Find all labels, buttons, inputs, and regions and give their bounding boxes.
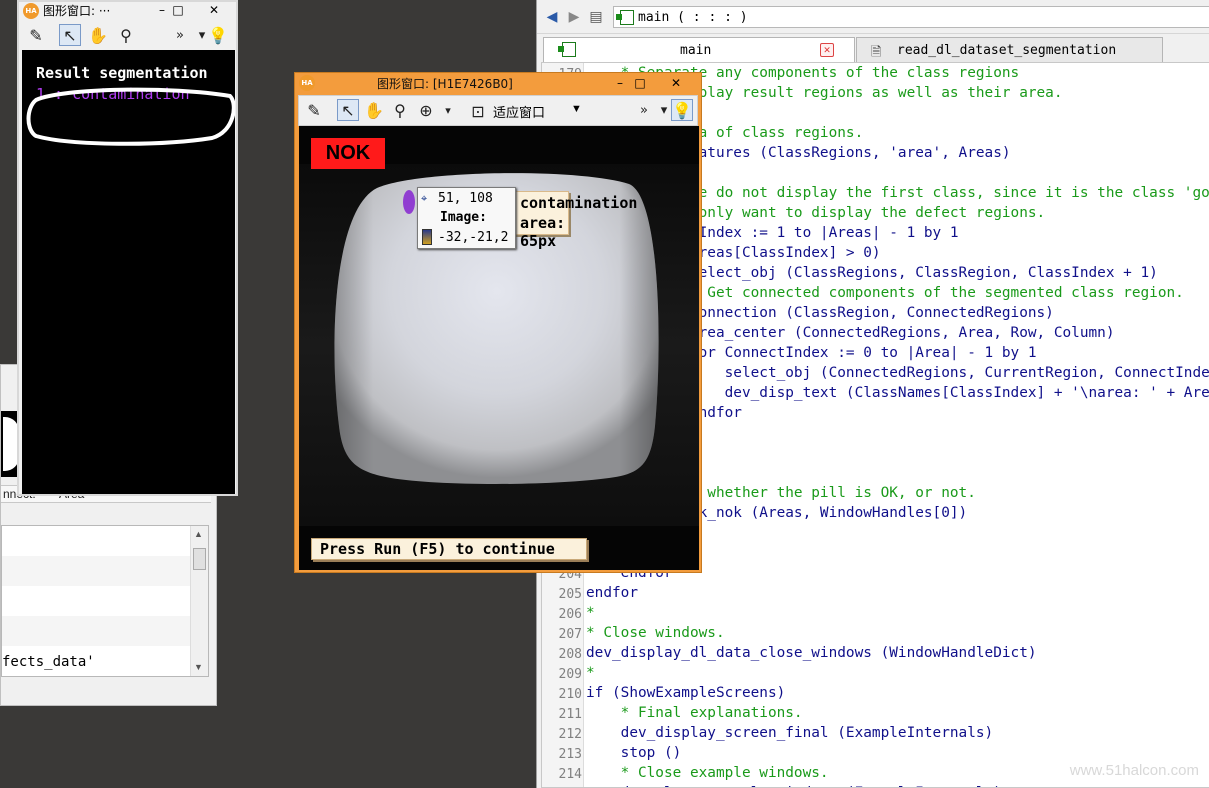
line-number: 214 <box>558 767 582 782</box>
hand-icon[interactable]: ✋ <box>363 99 385 121</box>
window-titlebar[interactable]: HA 图形窗口: ··· – □ ✕ <box>19 2 236 20</box>
procedure-icon <box>616 10 634 25</box>
fit-window-dropdown[interactable]: ⊡ 适应窗口 ▼ <box>467 99 587 123</box>
result-title: Result segmentation <box>36 64 208 82</box>
code-line[interactable]: endfor <box>586 585 638 601</box>
pointer-icon[interactable]: ↖ <box>337 99 359 121</box>
list-item-text: fects_data' <box>2 654 95 670</box>
maximize-button[interactable]: □ <box>169 2 187 18</box>
graphics-window: HA 图形窗口: [H1E7426B0] – □ ✕ ✎ ↖ ✋ ⚲ ⊕ ▾ ⊡… <box>294 72 702 573</box>
coordinate-icon: ⌖ <box>421 192 428 205</box>
watermark: www.51halcon.com <box>1069 762 1199 779</box>
scroll-thumb[interactable] <box>193 548 206 570</box>
procedure-combo-text: main ( : : : ) <box>638 10 748 25</box>
line-number: 208 <box>558 647 582 662</box>
lightbulb-icon[interactable]: 💡 <box>671 99 693 121</box>
continue-prompt-text: Press Run (F5) to continue <box>320 540 555 558</box>
color-swatch-icon <box>422 229 432 245</box>
procedure-icon <box>558 42 576 57</box>
list-item[interactable] <box>2 556 190 586</box>
window-toolbar: ✎ ↖ ✋ ⚲ » ▾ 💡 <box>19 21 236 49</box>
result-canvas[interactable]: Result segmentation 1 : contamination <box>22 50 235 494</box>
lightbulb-icon[interactable]: 💡 <box>207 24 229 46</box>
image-canvas[interactable]: NOK contamination area: 65px ⌖ 51, 108 I… <box>299 126 699 570</box>
tooltip-pixel-value: -32,-21,2 <box>438 230 509 245</box>
line-number: 211 <box>558 707 582 722</box>
code-line[interactable]: stop () <box>586 745 682 761</box>
magnify-icon[interactable]: ⚲ <box>115 24 137 46</box>
maximize-button[interactable]: □ <box>631 75 649 91</box>
pointer-icon[interactable]: ↖ <box>59 24 81 46</box>
line-number: 212 <box>558 727 582 742</box>
zoom-icon[interactable]: ⊕ <box>415 99 437 121</box>
halcon-logo-icon: HA <box>23 3 39 19</box>
list-item[interactable] <box>2 616 190 646</box>
code-comment-line[interactable]: * <box>586 665 595 681</box>
window-titlebar[interactable]: HA 图形窗口: [H1E7426B0] – □ ✕ <box>295 73 701 93</box>
code-comment-line[interactable]: * Close windows. <box>586 625 725 641</box>
scroll-up-icon[interactable]: ▲ <box>194 529 203 539</box>
edit-icon[interactable]: ✎ <box>25 24 47 46</box>
tab-main[interactable]: main ✕ <box>543 37 855 63</box>
tooltip-coordinates: 51, 108 <box>438 191 493 206</box>
defect-label-area: area: 65px <box>520 214 566 250</box>
code-comment-line[interactable]: * Close example windows. <box>586 765 829 781</box>
hand-icon[interactable]: ✋ <box>87 24 109 46</box>
code-comment-line[interactable]: * Final explanations. <box>586 705 803 721</box>
procedure-combo[interactable]: main ( : : : ) <box>613 6 1209 28</box>
halcon-logo-icon: HA <box>299 75 315 91</box>
line-number: 209 <box>558 667 582 682</box>
continue-prompt: Press Run (F5) to continue <box>311 538 587 560</box>
close-button[interactable]: ✕ <box>667 75 685 91</box>
hand-drawn-ellipse-annotation <box>26 87 235 146</box>
scroll-down-icon[interactable]: ▼ <box>194 662 203 672</box>
list-item[interactable] <box>2 526 190 556</box>
window-toolbar: ✎ ↖ ✋ ⚲ ⊕ ▾ ⊡ 适应窗口 ▼ » ▾ 💡 <box>298 95 698 126</box>
folder-icon[interactable]: ▤ <box>587 8 605 26</box>
close-button[interactable]: ✕ <box>205 2 223 18</box>
tab-main-label: main <box>680 43 712 58</box>
line-number: 210 <box>558 687 582 702</box>
status-badge: NOK <box>311 138 385 169</box>
minimize-button[interactable]: – <box>611 75 629 91</box>
edit-icon[interactable]: ✎ <box>303 99 325 121</box>
fit-window-label: 适应窗口 <box>493 106 546 121</box>
back-arrow-icon[interactable]: ◀ <box>543 8 561 26</box>
scrollbar[interactable]: ▲ ▼ <box>190 526 208 676</box>
forward-arrow-icon[interactable]: ▶ <box>565 8 583 26</box>
line-number: 213 <box>558 747 582 762</box>
more-tools-icon[interactable]: » <box>633 99 655 121</box>
list-item[interactable] <box>2 586 190 616</box>
close-tab-icon[interactable]: ✕ <box>820 43 834 57</box>
contamination-defect-region <box>403 190 415 214</box>
tooltip-image-label: Image: <box>440 210 487 225</box>
line-number: 207 <box>558 627 582 642</box>
fit-window-icon: ⊡ <box>471 101 485 121</box>
defect-label-class: contamination <box>520 194 638 212</box>
code-comment-line[interactable]: * <box>586 605 595 621</box>
variable-list[interactable]: fects_data' ▲ ▼ <box>1 525 209 677</box>
window-title: 图形窗口: ··· <box>43 4 111 18</box>
chevron-down-icon: ▼ <box>571 103 582 115</box>
more-tools-icon[interactable]: » <box>169 24 191 46</box>
line-number: 206 <box>558 607 582 622</box>
line-number: 205 <box>558 587 582 602</box>
tab-read-dl-dataset[interactable]: 🗎 read_dl_dataset_segmentation <box>856 37 1163 62</box>
tab-read-dl-dataset-label: read_dl_dataset_segmentation <box>897 43 1117 58</box>
editor-toolbar: ◀ ▶ ▤ main ( : : : ) <box>537 0 1209 34</box>
zoom-dropdown-icon[interactable]: ▾ <box>437 99 459 121</box>
code-line[interactable]: if (ShowExampleScreens) <box>586 685 785 701</box>
pixel-info-tooltip: ⌖ 51, 108 Image: -32,-21,2 <box>417 187 516 249</box>
window-title: 图形窗口: [H1E7426B0] <box>377 77 513 91</box>
code-line[interactable]: dev_display_screen_final (ExampleInterna… <box>586 725 994 741</box>
code-line[interactable]: dev_display_dl_data_close_windows (Windo… <box>586 645 1037 661</box>
magnify-icon[interactable]: ⚲ <box>389 99 411 121</box>
result-graphics-window: HA 图形窗口: ··· – □ ✕ ✎ ↖ ✋ ⚲ » ▾ 💡 Result … <box>17 0 238 496</box>
editor-tabs: main ✕ 🗎 read_dl_dataset_segmentation <box>537 34 1209 63</box>
